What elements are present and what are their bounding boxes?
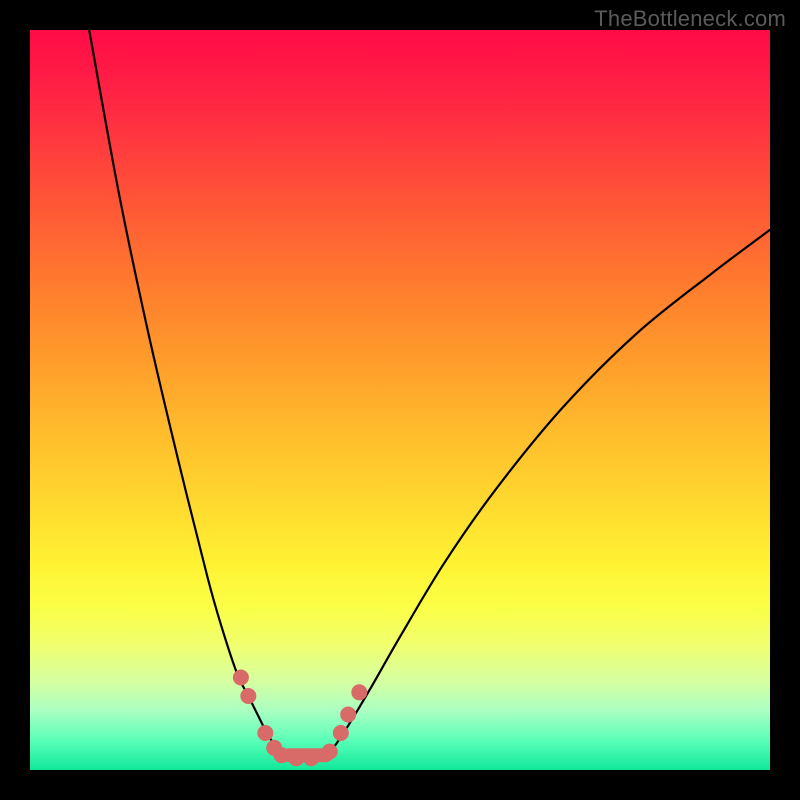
data-marker xyxy=(274,747,290,763)
data-marker xyxy=(257,725,273,741)
chart-svg xyxy=(30,30,770,770)
markers-right xyxy=(322,684,368,759)
data-marker xyxy=(303,750,319,766)
watermark-text: TheBottleneck.com xyxy=(594,6,786,32)
data-marker xyxy=(233,670,249,686)
curve-left xyxy=(89,30,289,755)
data-marker xyxy=(351,684,367,700)
plot-area xyxy=(30,30,770,770)
chart-frame: TheBottleneck.com xyxy=(0,0,800,800)
data-marker xyxy=(322,744,338,760)
data-marker xyxy=(240,688,256,704)
data-marker xyxy=(288,750,304,766)
data-marker xyxy=(333,725,349,741)
curve-right xyxy=(326,230,770,755)
data-marker xyxy=(340,707,356,723)
